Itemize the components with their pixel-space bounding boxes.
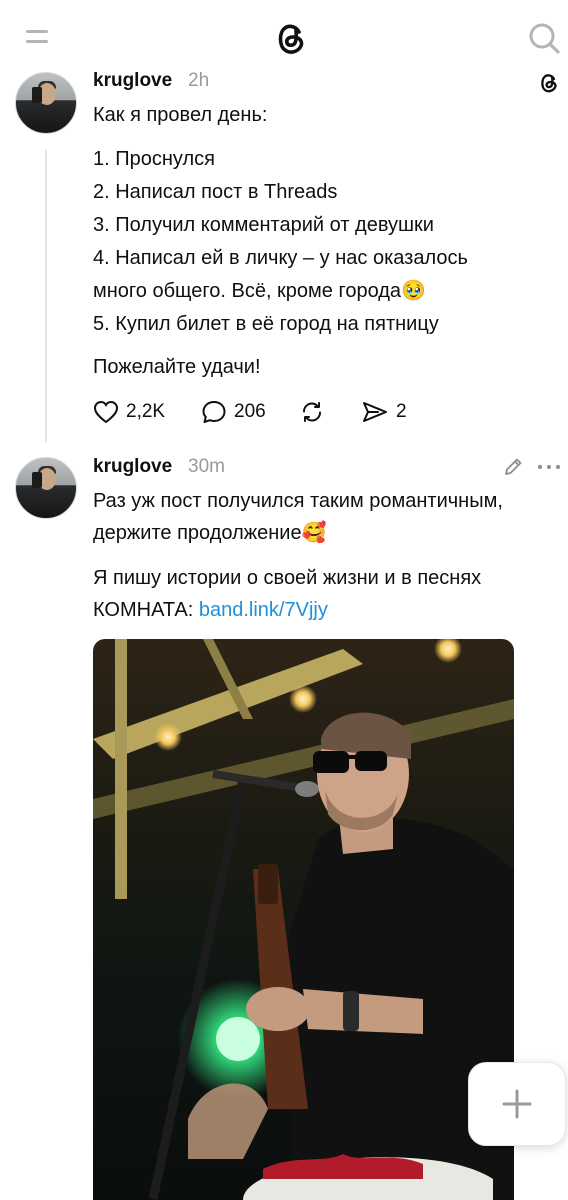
- post-text-fragment: КОМНАТА:: [93, 599, 199, 621]
- thread-line: [45, 150, 47, 442]
- post-text-line: Пожелайте удачи!: [93, 356, 261, 378]
- post-text-line: 4. Написал ей в личку – у нас оказалось: [93, 247, 468, 269]
- repost-button[interactable]: [298, 396, 326, 428]
- post-username[interactable]: kruglove: [93, 456, 172, 478]
- threads-logo-icon[interactable]: [270, 18, 312, 60]
- heart-icon: [93, 400, 119, 424]
- share-count: 2: [396, 401, 407, 422]
- share-button[interactable]: 2: [360, 396, 407, 428]
- post-username[interactable]: kruglove: [93, 70, 172, 92]
- post-text-line: КОМНАТА: band.link/7Vjjy: [93, 594, 328, 627]
- post-text-line: 2. Написал пост в Threads: [93, 181, 338, 203]
- send-icon: [363, 402, 387, 422]
- post-time: 30m: [188, 456, 225, 477]
- avatar[interactable]: [15, 72, 77, 134]
- like-count: 2,2K: [126, 401, 166, 422]
- like-button[interactable]: 2,2K: [92, 396, 165, 428]
- post-text-line: 1. Проснулся: [93, 148, 215, 170]
- post-text-line: 5. Купил билет в её город на пятницу: [93, 313, 439, 335]
- new-post-button[interactable]: [468, 1062, 566, 1146]
- search-icon[interactable]: [526, 20, 562, 56]
- comment-icon: [202, 401, 226, 423]
- post-actions: 2,2K 206 2: [92, 396, 432, 428]
- threads-logo-icon[interactable]: [536, 70, 562, 96]
- avatar[interactable]: [15, 457, 77, 519]
- post-time: 2h: [188, 70, 210, 91]
- reply-count: 206: [234, 401, 266, 422]
- post-link[interactable]: band.link/7Vjjy: [199, 599, 328, 621]
- post-text-line: Как я провел день:: [93, 104, 268, 126]
- menu-icon[interactable]: [24, 26, 54, 48]
- post-text-line: Я пишу истории о своей жизни и в песнях: [93, 567, 482, 589]
- post-text-line: много общего. Всё, кроме города🥹: [93, 280, 426, 302]
- top-bar: [0, 0, 568, 72]
- reply-button[interactable]: 206: [200, 396, 266, 428]
- plus-icon: [502, 1089, 532, 1119]
- post-text-line: держите продолжение🥰: [93, 522, 327, 544]
- post-image[interactable]: [93, 639, 514, 1200]
- pencil-icon[interactable]: [502, 456, 524, 478]
- more-icon[interactable]: [536, 458, 562, 476]
- post-text-line: Раз уж пост получился таким романтичным,: [93, 490, 503, 512]
- concert-photo: [93, 639, 514, 1200]
- repost-icon: [303, 402, 321, 422]
- post-text-line: 3. Получил комментарий от девушки: [93, 214, 434, 236]
